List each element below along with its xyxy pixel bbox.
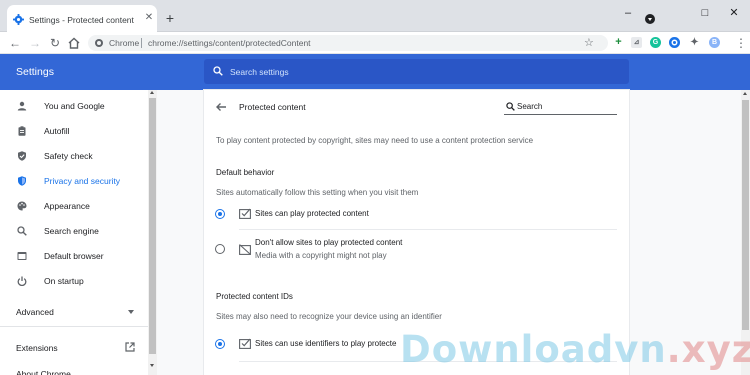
page-search-box[interactable]: Search: [504, 100, 617, 115]
option-identifiers-label[interactable]: Sites can use identifiers to play protec…: [255, 339, 396, 348]
sidebar-item-you-and-google[interactable]: You and Google: [0, 96, 148, 116]
search-icon: [213, 66, 223, 76]
search-icon: [17, 226, 27, 236]
minimize-button[interactable]: –: [618, 6, 638, 20]
page-title: Protected content: [239, 102, 306, 112]
address-host: Chrome: [109, 38, 140, 48]
power-icon: [17, 276, 27, 286]
sidebar-item-label: Appearance: [44, 201, 90, 211]
profile-avatar[interactable]: B: [709, 37, 720, 48]
option-divider: [239, 229, 617, 230]
search-icon: [506, 102, 515, 111]
protected-content-ids-subtext: Sites may also need to recognize your de…: [216, 312, 442, 321]
sidebar-item-appearance[interactable]: Appearance: [0, 196, 148, 216]
sidebar-item-extensions[interactable]: Extensions: [16, 343, 58, 353]
sidebar-item-safety-check[interactable]: Safety check: [0, 146, 148, 166]
extension-document-icon[interactable]: ⊿: [631, 37, 642, 48]
new-tab-button[interactable]: +: [164, 11, 176, 25]
chevron-down-icon[interactable]: [128, 310, 134, 314]
address-separator: [141, 38, 142, 48]
sidebar-item-autofill[interactable]: Autofill: [0, 121, 148, 141]
person-icon: [17, 101, 27, 111]
radio-block-protected-content[interactable]: [215, 244, 225, 254]
grammarly-icon[interactable]: G: [650, 37, 661, 48]
sidebar-scrollbar[interactable]: [148, 90, 157, 375]
scroll-up-arrow-icon[interactable]: [743, 92, 747, 95]
bookmark-star-icon[interactable]: ☆: [584, 36, 594, 49]
sidebar-item-label: Autofill: [44, 126, 70, 136]
back-arrow-icon[interactable]: [214, 100, 228, 114]
main-scroll-thumb[interactable]: [742, 100, 749, 330]
browser-menu-button[interactable]: ⋮: [735, 35, 747, 51]
sidebar-item-privacy-and-security[interactable]: Privacy and security: [0, 171, 148, 191]
chrome-icon: [95, 39, 103, 47]
forward-button[interactable]: →: [27, 35, 43, 51]
media-check-icon: [239, 208, 251, 219]
sidebar-item-search-engine[interactable]: Search engine: [0, 221, 148, 241]
settings-gear-icon: [13, 14, 24, 25]
scroll-down-arrow-icon[interactable]: [150, 364, 154, 367]
sidebar-advanced-toggle[interactable]: Advanced: [16, 307, 54, 317]
radio-allow-protected-content[interactable]: [215, 209, 225, 219]
sidebar-divider: [0, 326, 148, 327]
media-blocked-icon: [239, 244, 251, 255]
search-settings-box[interactable]: [204, 59, 629, 84]
clipboard-icon: [18, 126, 26, 136]
close-window-button[interactable]: ✕: [724, 6, 744, 20]
option-block-sublabel: Media with a copyright might not play: [255, 251, 387, 260]
reload-button[interactable]: ↻: [47, 35, 63, 51]
settings-header: Settings: [0, 54, 750, 90]
page-search-label: Search: [517, 102, 543, 111]
intro-text: To play content protected by copyright, …: [216, 136, 534, 145]
settings-title: Settings: [16, 66, 54, 78]
tab-search-button[interactable]: [645, 14, 655, 24]
browser-icon: [17, 252, 27, 260]
shield-icon: [18, 176, 26, 186]
sidebar-scroll-thumb[interactable]: [149, 98, 156, 354]
home-icon[interactable]: [67, 36, 81, 50]
palette-icon: [17, 201, 27, 211]
settings-tab[interactable]: Settings - Protected content ✕: [7, 5, 157, 33]
settings-sidebar: You and Google Autofill Safety check Pri…: [0, 90, 148, 375]
search-settings-input[interactable]: [230, 64, 610, 79]
scroll-up-arrow-icon[interactable]: [150, 91, 154, 94]
watermark-main-text: Downloadvn: [400, 328, 667, 371]
option-block-label[interactable]: Don't allow sites to play protected cont…: [255, 238, 402, 247]
extension-plus-icon[interactable]: +: [613, 37, 624, 48]
shield-check-icon: [18, 151, 26, 161]
extensions-puzzle-icon[interactable]: ✦: [689, 37, 700, 48]
sidebar-item-label: You and Google: [44, 101, 105, 111]
extension-circle-icon[interactable]: [669, 37, 680, 48]
sidebar-item-label: Search engine: [44, 226, 99, 236]
tab-strip: Settings - Protected content ✕ + – □ ✕: [0, 0, 750, 33]
sidebar-item-label: Safety check: [44, 151, 93, 161]
option-allow-label[interactable]: Sites can play protected content: [255, 209, 369, 218]
browser-toolbar: ← → ↻ Chrome chrome://settings/content/p…: [0, 32, 750, 54]
maximize-button[interactable]: □: [695, 6, 715, 20]
address-url[interactable]: chrome://settings/content/protectedConte…: [148, 38, 311, 48]
watermark-tld-text: .xyz: [666, 328, 750, 371]
address-bar[interactable]: Chrome chrome://settings/content/protect…: [88, 35, 608, 51]
sidebar-item-default-browser[interactable]: Default browser: [0, 246, 148, 266]
sidebar-item-about[interactable]: About Chrome: [16, 369, 71, 375]
downloadvn-watermark: Downloadvn.xyz: [400, 330, 750, 370]
sidebar-item-on-startup[interactable]: On startup: [0, 271, 148, 291]
sidebar-item-label: Default browser: [44, 251, 104, 261]
default-behavior-subtext: Sites automatically follow this setting …: [216, 188, 419, 197]
close-icon[interactable]: ✕: [144, 13, 154, 23]
sidebar-item-label: On startup: [44, 276, 84, 286]
radio-allow-identifiers[interactable]: [215, 339, 225, 349]
protected-content-ids-heading: Protected content IDs: [216, 292, 293, 301]
sidebar-item-label: Privacy and security: [44, 176, 121, 186]
default-behavior-heading: Default behavior: [216, 168, 275, 177]
tab-title: Settings - Protected content: [29, 15, 134, 25]
back-button[interactable]: ←: [7, 35, 23, 51]
media-check-icon: [239, 338, 251, 349]
open-in-new-icon[interactable]: [125, 342, 135, 352]
